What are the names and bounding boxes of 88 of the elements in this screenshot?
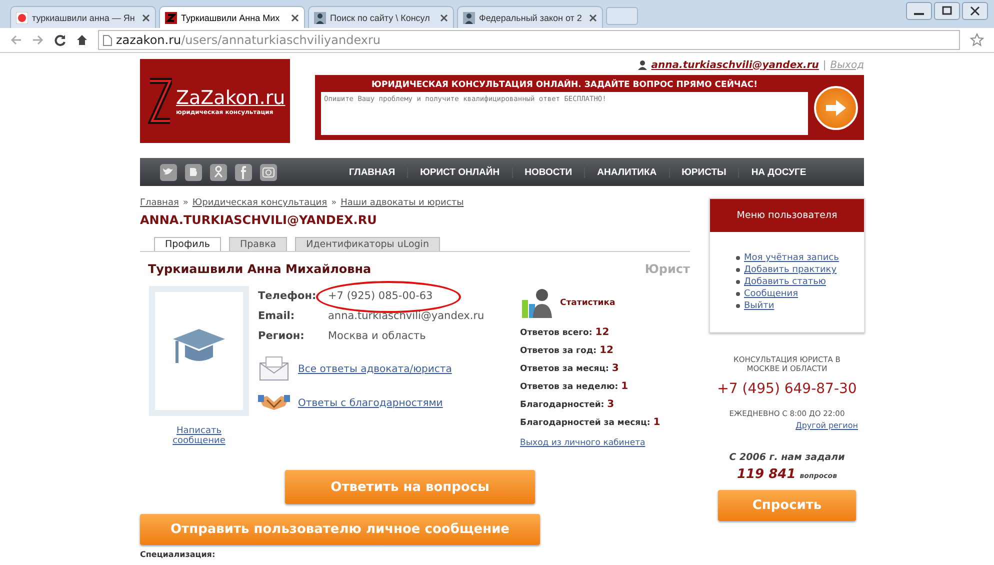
ok-icon[interactable] [210, 164, 227, 180]
region-link[interactable]: Другой регион [796, 421, 858, 430]
cabinet-logout-link[interactable]: Выход из личного кабинета [520, 438, 690, 448]
field-label: Телефон: [258, 290, 318, 302]
menu-link[interactable]: Добавить практику [744, 264, 837, 276]
user-icon [638, 60, 648, 70]
menu-link[interactable]: Добавить статью [744, 276, 826, 288]
field-label: Регион: [258, 330, 306, 342]
page-title: ANNA.TURKIASCHVILI@YANDEX.RU [140, 213, 378, 227]
page-icon [103, 34, 112, 46]
breadcrumb-link[interactable]: Главная [140, 198, 179, 208]
site-favicon-icon [165, 12, 177, 24]
nav-link[interactable]: ГЛАВНАЯ [337, 166, 408, 178]
profile-tab[interactable]: Профиль [154, 237, 221, 251]
statistics-icon [520, 286, 554, 320]
statistic-row-text: Благодарностей: 3 [520, 399, 616, 410]
close-window-icon[interactable] [962, 2, 988, 20]
breadcrumb-link[interactable]: Юридическая консультация [192, 198, 328, 208]
field-value: anna.turkiaschvili@yandex.ru [328, 310, 484, 322]
statistic-row-text: Благодарностей за месяц: 1 [520, 417, 662, 428]
close-icon[interactable] [142, 14, 150, 22]
bullet-icon [736, 292, 740, 296]
logo-title: ZaZakon.ru [176, 86, 286, 108]
role-label: Юрист [644, 262, 690, 276]
breadcrumb-separator: » [182, 198, 188, 208]
nav-link[interactable]: НА ДОСУГЕ [739, 166, 818, 178]
nav-link[interactable]: АНАЛИТИКА [585, 166, 670, 178]
nav-link[interactable]: ЮРИСТЫ [670, 166, 740, 178]
tab-title: Туркиашвили Анна Мих [181, 12, 281, 22]
tab-title: туркиашвили анна — Ян [32, 12, 136, 22]
home-icon[interactable] [76, 34, 88, 46]
close-icon[interactable] [291, 14, 299, 22]
person-favicon-icon [463, 12, 475, 24]
question-count: 119 841 [736, 467, 796, 482]
minimize-icon[interactable] [906, 2, 932, 20]
statistic-row-text: Ответов всего: 12 [520, 327, 610, 338]
tab-title: Федеральный закон от 2 [479, 12, 583, 22]
menu-link[interactable]: Сообщения [744, 288, 798, 300]
statistic-row-text: Ответов за неделю: 1 [520, 381, 630, 392]
answers-link[interactable]: Ответы с благодарностями [298, 398, 443, 408]
field-value: +7 (925) 085-00-63 [328, 290, 433, 302]
contact-phone: +7 (495) 649-87-30 [717, 381, 857, 397]
reload-icon[interactable] [54, 34, 66, 46]
statistics-title: Статистика [560, 298, 616, 308]
user-link[interactable]: anna.turkiaschvili@yandex.ru [651, 60, 819, 70]
envelope-icon [258, 356, 290, 382]
breadcrumb-link[interactable]: Наши адвокаты и юристы [340, 198, 464, 208]
arrow-icon [824, 98, 848, 118]
bullet-icon [736, 280, 740, 284]
restore-icon[interactable] [934, 2, 960, 20]
nav-link[interactable]: НОВОСТИ [512, 166, 586, 178]
bullet-icon [736, 304, 740, 308]
close-icon[interactable] [440, 14, 448, 22]
profile-tab[interactable]: Идентификаторы uLogin [295, 237, 440, 251]
menu-link[interactable]: Моя учётная запись [744, 252, 839, 264]
menu-link[interactable]: Выйти [744, 300, 774, 312]
camera-icon[interactable] [260, 164, 277, 180]
tab-title: Поиск по сайту \ Консул [330, 12, 431, 22]
full-name: Туркиашвили Анна Михайловна [148, 262, 372, 276]
star-icon[interactable] [970, 33, 984, 47]
write-message-link[interactable]: Написать сообщение [164, 426, 234, 446]
facebook-icon[interactable] [235, 164, 252, 180]
person-favicon-icon [314, 12, 326, 24]
address-bar[interactable]: zazakon.ru/users/annaturkiaschviliyandexru [98, 30, 960, 50]
bullet-icon [736, 268, 740, 272]
browser-tab[interactable]: Туркиашвили Анна Мих [159, 6, 305, 28]
statistic-row-text: Ответов за месяц: 3 [520, 363, 620, 374]
browser-tab[interactable]: Федеральный закон от 2 [457, 6, 603, 28]
submit-button[interactable] [814, 86, 858, 130]
statistic-row-text: Ответов за год: 12 [520, 345, 614, 356]
close-icon[interactable] [589, 14, 597, 22]
question-title: ЮРИДИЧЕСКАЯ КОНСУЛЬТАЦИЯ ОНЛАЙН. ЗАДАЙТЕ ВОПРОС ПРЯМО СЕЙЧАС! [371, 78, 758, 92]
field-value: Москва и область [328, 330, 426, 342]
bullet-icon [736, 256, 740, 260]
profile-tab[interactable]: Правка [228, 237, 288, 251]
field-label: Email: [258, 310, 296, 322]
nav-link[interactable]: ЮРИСТ ОНЛАЙН [408, 166, 513, 178]
separator: | [822, 60, 826, 70]
menu-title: Меню пользователя [710, 199, 864, 232]
counter-caption: С 2006 г. нам задали [729, 452, 845, 463]
specialization-label: Специализация: [140, 550, 216, 559]
browser-tab[interactable]: Поиск по сайту \ Консул [308, 6, 454, 28]
vk-icon[interactable] [185, 164, 202, 180]
bird-icon[interactable] [160, 164, 177, 180]
breadcrumb-separator: » [331, 198, 337, 208]
browser-tab[interactable]: туркиашвили анна — Ян [10, 6, 156, 28]
z-logo-icon [148, 77, 172, 125]
answers-link[interactable]: Все ответы адвоката/юриста [298, 364, 452, 374]
